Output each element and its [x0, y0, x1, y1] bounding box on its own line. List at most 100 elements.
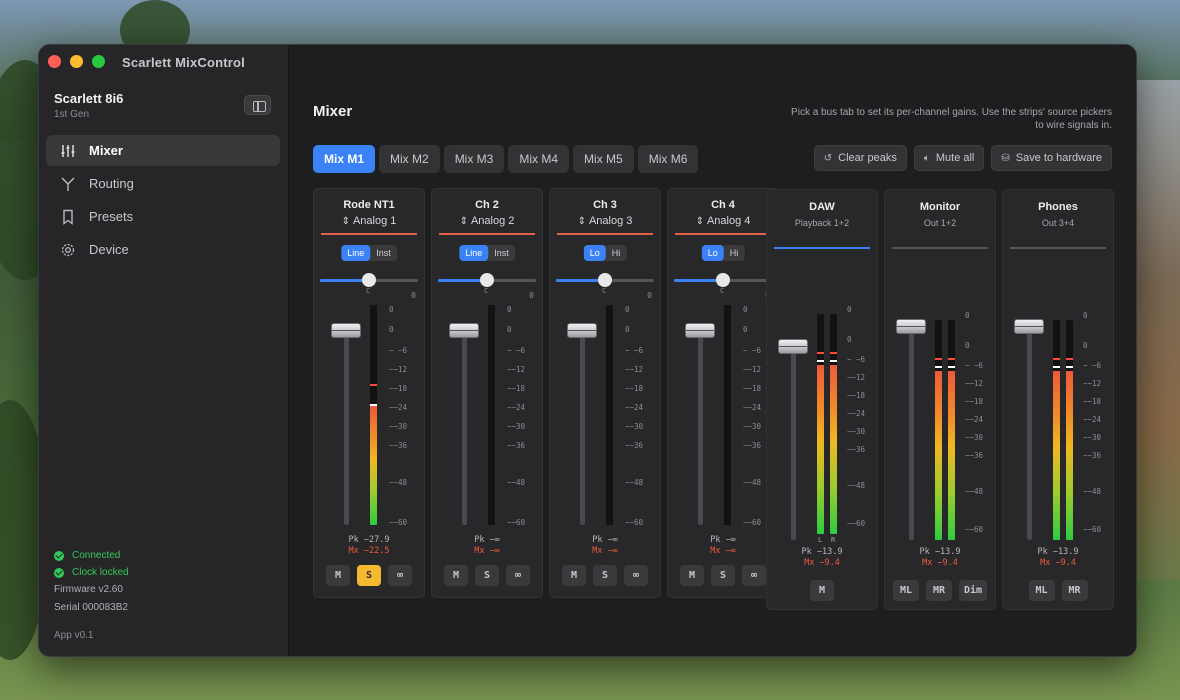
fader-track[interactable]	[344, 325, 349, 525]
mute-button[interactable]: M	[444, 565, 468, 586]
fader-track[interactable]	[791, 340, 796, 540]
mute-button[interactable]: M	[562, 565, 586, 586]
fader-track[interactable]	[909, 328, 914, 540]
solo-button[interactable]: S	[357, 565, 381, 586]
peak-value: Pk −13.9	[1037, 547, 1079, 557]
peak-value: Pk −∞	[592, 535, 618, 545]
mode-option-inst[interactable]: Inst	[488, 245, 515, 261]
device-name: Scarlett 8i6	[54, 91, 124, 106]
meter-scale: 0 − −6 −−12 −−18 −−24 −−30 −−36 −−48 −−60	[389, 325, 419, 535]
fader-handle[interactable]	[331, 323, 361, 338]
level-meter	[1066, 320, 1073, 540]
fader-track[interactable]	[1027, 328, 1032, 540]
link-icon[interactable]: ∞	[742, 565, 766, 586]
scale-tick-label: −−36	[847, 445, 866, 454]
mute-button[interactable]: M	[326, 565, 350, 586]
mode-option-hi[interactable]: Hi	[606, 245, 627, 261]
tab-mix-m5[interactable]: Mix M5	[573, 145, 634, 173]
mute-all-button[interactable]: 🔈︎ Mute all	[913, 145, 985, 171]
fader-handle[interactable]	[567, 323, 597, 338]
source-picker[interactable]: ⇕ Analog 2	[432, 215, 542, 227]
scale-tick-label: −−48	[507, 478, 526, 488]
sidebar-item-routing[interactable]: Routing	[46, 168, 280, 199]
pan-knob[interactable]	[598, 273, 612, 287]
pan-slider[interactable]	[556, 273, 654, 287]
source-label: Analog 1	[352, 215, 397, 227]
sidebar-item-mixer[interactable]: Mixer	[46, 135, 280, 166]
mode-option-hi[interactable]: Hi	[724, 245, 745, 261]
pan-slider[interactable]	[674, 273, 772, 287]
tab-mix-m1[interactable]: Mix M1	[313, 145, 376, 173]
source-picker[interactable]: ⇕ Analog 1	[314, 215, 424, 227]
pan-knob[interactable]	[480, 273, 494, 287]
mute-mr-button[interactable]: MR	[926, 580, 952, 601]
mixer-actions: ↺ Clear peaks 🔈︎ Mute all ⛁ Save to hard…	[813, 145, 1112, 171]
fader-track[interactable]	[462, 325, 467, 525]
scale-tick-label: −−12	[965, 379, 984, 388]
mute-mr-button[interactable]: MR	[1061, 580, 1088, 601]
mode-option-line[interactable]: Line	[341, 245, 371, 261]
pan-zero-label: 0	[529, 291, 534, 300]
tab-mix-m2[interactable]: Mix M2	[379, 145, 440, 173]
speaker-icon: 🔈︎	[923, 152, 930, 164]
save-to-hardware-button[interactable]: ⛁ Save to hardware	[991, 145, 1112, 171]
source-picker[interactable]: ⇕ Analog 4	[668, 215, 778, 227]
solo-button[interactable]: S	[475, 565, 499, 586]
pan-slider[interactable]	[320, 273, 418, 287]
input-mode-toggle: Lo Hi	[701, 245, 745, 261]
zoom-button[interactable]	[92, 55, 105, 68]
fader-handle[interactable]	[685, 323, 715, 338]
pan-center-label: C	[720, 287, 725, 295]
pan-slider[interactable]	[438, 273, 536, 287]
mode-option-lo[interactable]: Lo	[583, 245, 606, 261]
link-icon[interactable]: ∞	[624, 565, 648, 586]
mute-ml-button[interactable]: ML	[893, 580, 919, 601]
clear-peaks-button[interactable]: ↺ Clear peaks	[813, 145, 907, 171]
fader-track[interactable]	[698, 325, 703, 525]
scale-tick-label: −−36	[507, 440, 526, 450]
scale-tick-label: −−24	[1083, 415, 1102, 424]
tab-mix-m4[interactable]: Mix M4	[508, 145, 570, 173]
max-value: Mx −9.4	[804, 558, 840, 568]
fader-handle[interactable]	[449, 323, 479, 338]
mode-option-line[interactable]: Line	[459, 245, 489, 261]
bus-output: Out 1+2	[923, 218, 957, 228]
tab-mix-m3[interactable]: Mix M3	[443, 145, 505, 173]
scale-tick-label: − −6	[507, 346, 526, 355]
link-icon[interactable]: ∞	[506, 565, 530, 586]
reset-icon: ↺	[823, 152, 833, 164]
pan-knob[interactable]	[362, 273, 376, 287]
scale-tick-label: −−36	[743, 440, 762, 450]
tab-mix-m6[interactable]: Mix M6	[637, 145, 699, 173]
fader-track[interactable]	[580, 325, 585, 525]
scale-tick-label: 0	[389, 325, 394, 334]
scale-tick-label: −−36	[1083, 451, 1102, 460]
meter-peak-marker	[1066, 357, 1073, 360]
mix-tabs: Mix M1 Mix M2 Mix M3 Mix M4 Mix M5 Mix M…	[313, 145, 699, 173]
source-label: Analog 4	[706, 215, 751, 227]
fader-handle[interactable]	[896, 319, 926, 334]
mode-option-lo[interactable]: Lo	[701, 245, 724, 261]
scale-tick-label: 0	[507, 325, 512, 334]
meter-scale-top: 0	[389, 305, 394, 314]
mute-button[interactable]: M	[680, 565, 704, 586]
pan-center-label: C	[602, 287, 607, 295]
solo-button[interactable]: S	[593, 565, 617, 586]
minimize-button[interactable]	[70, 55, 83, 68]
solo-button[interactable]: S	[711, 565, 735, 586]
mute-button[interactable]: M	[810, 580, 834, 601]
mode-option-inst[interactable]: Inst	[370, 245, 397, 261]
sidebar-item-device[interactable]: Device	[46, 234, 280, 265]
link-icon[interactable]: ∞	[388, 565, 412, 586]
dim-button[interactable]: Dim	[959, 580, 987, 601]
fader-handle[interactable]	[1014, 319, 1044, 334]
clock-status: Clock locked	[54, 567, 129, 578]
close-button[interactable]	[48, 55, 61, 68]
mute-ml-button[interactable]: ML	[1028, 580, 1055, 601]
scale-tick-label: − −6	[389, 346, 408, 355]
pan-knob[interactable]	[716, 273, 730, 287]
sidebar-toggle-icon[interactable]	[244, 95, 271, 115]
sidebar-item-presets[interactable]: Presets	[46, 201, 280, 232]
source-picker[interactable]: ⇕ Analog 3	[550, 215, 660, 227]
fader-handle[interactable]	[778, 339, 808, 354]
